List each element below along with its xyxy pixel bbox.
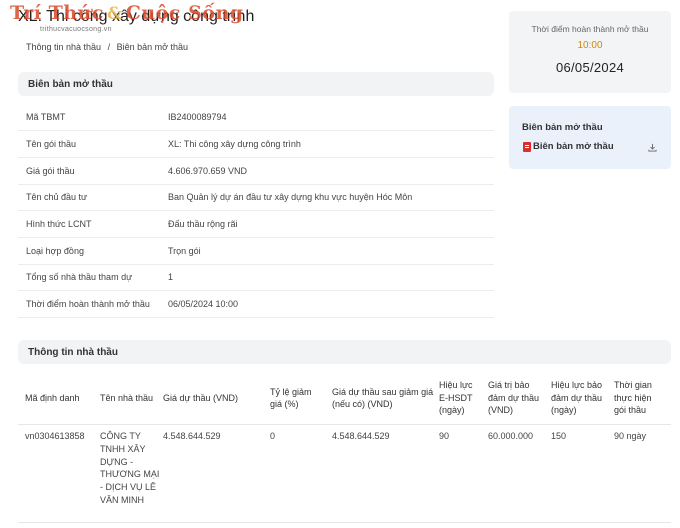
info-row-tbmt: Mã TBMT IB2400089794 <box>18 104 494 131</box>
contractor-table-header: Mã định danh Tên nhà thầu Giá dự thầu (V… <box>18 371 671 425</box>
cell-contractor-name: CÔNG TY TNHH XÂY DỰNG - THƯƠNG MẠI - DỊC… <box>100 431 160 505</box>
opening-time-label: Thời điểm hoàn thành mở thầu <box>531 24 649 34</box>
info-row-selection-method: Hình thức LCNT Đấu thầu rộng rãi <box>18 211 494 238</box>
breadcrumb-item-contractor-info[interactable]: Thông tin nhà thầu <box>26 42 101 52</box>
info-row-package-name: Tên gói thầu XL: Thi công xây dựng công … <box>18 131 494 158</box>
info-value: Ban Quản lý dự án đầu tư xây dựng khu vự… <box>168 191 413 202</box>
info-label: Thời điểm hoàn thành mở thầu <box>26 298 150 309</box>
watermark-url: trithucvacuocsong.vn <box>40 26 112 33</box>
info-value: 1 <box>168 271 174 282</box>
opening-report-card: Biên bản mở thầu Biên bản mở thầu <box>509 106 671 169</box>
info-value: XL: Thi công xây dựng công trình <box>168 138 301 149</box>
info-value: Trọn gói <box>168 245 201 256</box>
cell-execution-time: 90 ngày <box>614 431 647 441</box>
info-label: Tên gói thầu <box>26 138 77 149</box>
info-label: Mã TBMT <box>26 111 66 122</box>
column-header: Mã định danh <box>25 392 80 403</box>
info-row-opening-time: Thời điểm hoàn thành mở thầu 06/05/2024 … <box>18 291 494 318</box>
watermark-right: Cuộc Sống <box>125 2 244 24</box>
table-row: vn0304613858 CÔNG TY TNHH XÂY DỰNG - THƯ… <box>18 425 671 523</box>
column-header: Giá dự thầu (VND) <box>163 392 239 403</box>
contractor-section-header: Thông tin nhà thầu <box>18 340 671 364</box>
breadcrumb-separator: / <box>107 42 111 52</box>
breadcrumb-item-opening-report[interactable]: Biên bản mở thầu <box>117 42 188 52</box>
column-header: Tên nhà thầu <box>100 392 154 403</box>
column-header: Thời gian thực hiện gói thầu <box>614 380 652 416</box>
breadcrumb: Thông tin nhà thầu / Biên bản mở thầu <box>26 42 192 52</box>
watermark-amp: & <box>106 4 123 24</box>
watermark-logo: Trí Thức & Cuộc Sống <box>10 2 244 24</box>
opening-report-file-label: Biên bản mở thầu <box>533 141 614 152</box>
cell-ehsdt-validity: 90 <box>439 431 450 441</box>
info-value: 06/05/2024 10:00 <box>168 298 239 309</box>
opening-time-date: 06/05/2024 <box>555 60 625 75</box>
info-label: Hình thức LCNT <box>26 218 92 229</box>
opening-time-hour: 10:00 <box>577 40 603 51</box>
column-header: Giá trị bảo đảm dự thầu (VND) <box>488 380 540 416</box>
cell-bid-price: 4.548.644.529 <box>163 431 221 441</box>
info-row-investor: Tên chủ đầu tư Ban Quản lý dự án đầu tư … <box>18 184 494 211</box>
info-label: Tên chủ đầu tư <box>26 191 88 202</box>
info-value: IB2400089794 <box>168 111 227 122</box>
info-value: Đấu thầu rộng rãi <box>168 218 238 229</box>
info-value: 4.606.970.659 VND <box>168 165 248 176</box>
download-icon[interactable] <box>648 143 657 152</box>
cell-contractor-id: vn0304613858 <box>25 431 85 441</box>
cell-security-validity: 150 <box>551 431 567 441</box>
cell-bid-security: 60.000.000 <box>488 431 534 441</box>
info-label: Tổng số nhà thầu tham dự <box>26 271 133 282</box>
column-header: Hiệu lực E-HSDT (ngày) <box>439 380 473 416</box>
opening-report-file-link[interactable]: Biên bản mở thầu <box>523 141 614 152</box>
column-header: Giá dự thầu sau giảm giá (nếu có) (VND) <box>332 386 434 410</box>
info-label: Giá gói thầu <box>26 165 75 176</box>
column-header: Hiệu lực bảo đảm dự thầu (ngày) <box>551 380 603 416</box>
opening-time-card: Thời điểm hoàn thành mở thầu 10:00 06/05… <box>509 11 671 93</box>
cell-price-after-discount: 4.548.644.529 <box>332 431 390 441</box>
info-label: Loại hợp đồng <box>26 245 84 256</box>
opening-report-card-title: Biên bản mở thầu <box>522 122 603 133</box>
watermark-left: Trí Thức <box>10 2 104 24</box>
opening-section-header: Biên bản mở thầu <box>18 72 494 96</box>
cell-discount-rate: 0 <box>270 431 276 441</box>
info-row-contract-type: Loại hợp đồng Trọn gói <box>18 238 494 265</box>
column-header: Tỷ lệ giảm giá (%) <box>270 386 312 410</box>
info-row-bidder-count: Tổng số nhà thầu tham dự 1 <box>18 264 494 291</box>
info-row-package-price: Giá gói thầu 4.606.970.659 VND <box>18 158 494 185</box>
pdf-icon <box>523 141 531 152</box>
